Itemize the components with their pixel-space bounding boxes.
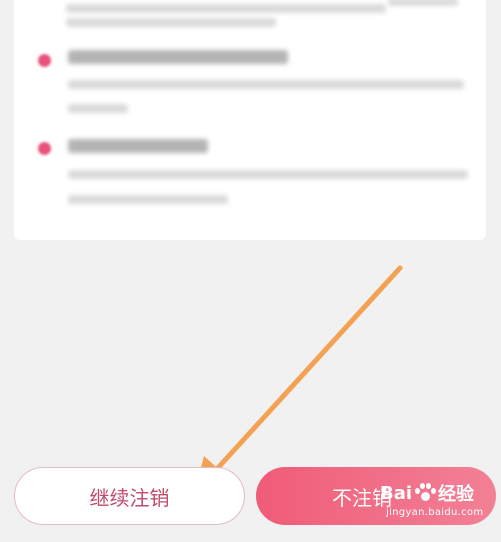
baidu-watermark: Bai 经验 jingyan.baidu.com [380,480,496,526]
watermark-brand-suffix: 经验 [438,484,475,505]
continue-button-label: 继续注销 [89,485,170,510]
arrow-shaft [213,265,403,473]
baidu-paw-icon [414,482,437,504]
watermark-brand: Bai [380,482,413,504]
continue-cancel-account-button[interactable]: 继续注销 [14,467,245,525]
orange-arrow-annotation [196,265,403,486]
watermark-url: jingyan.baidu.com [386,507,484,518]
